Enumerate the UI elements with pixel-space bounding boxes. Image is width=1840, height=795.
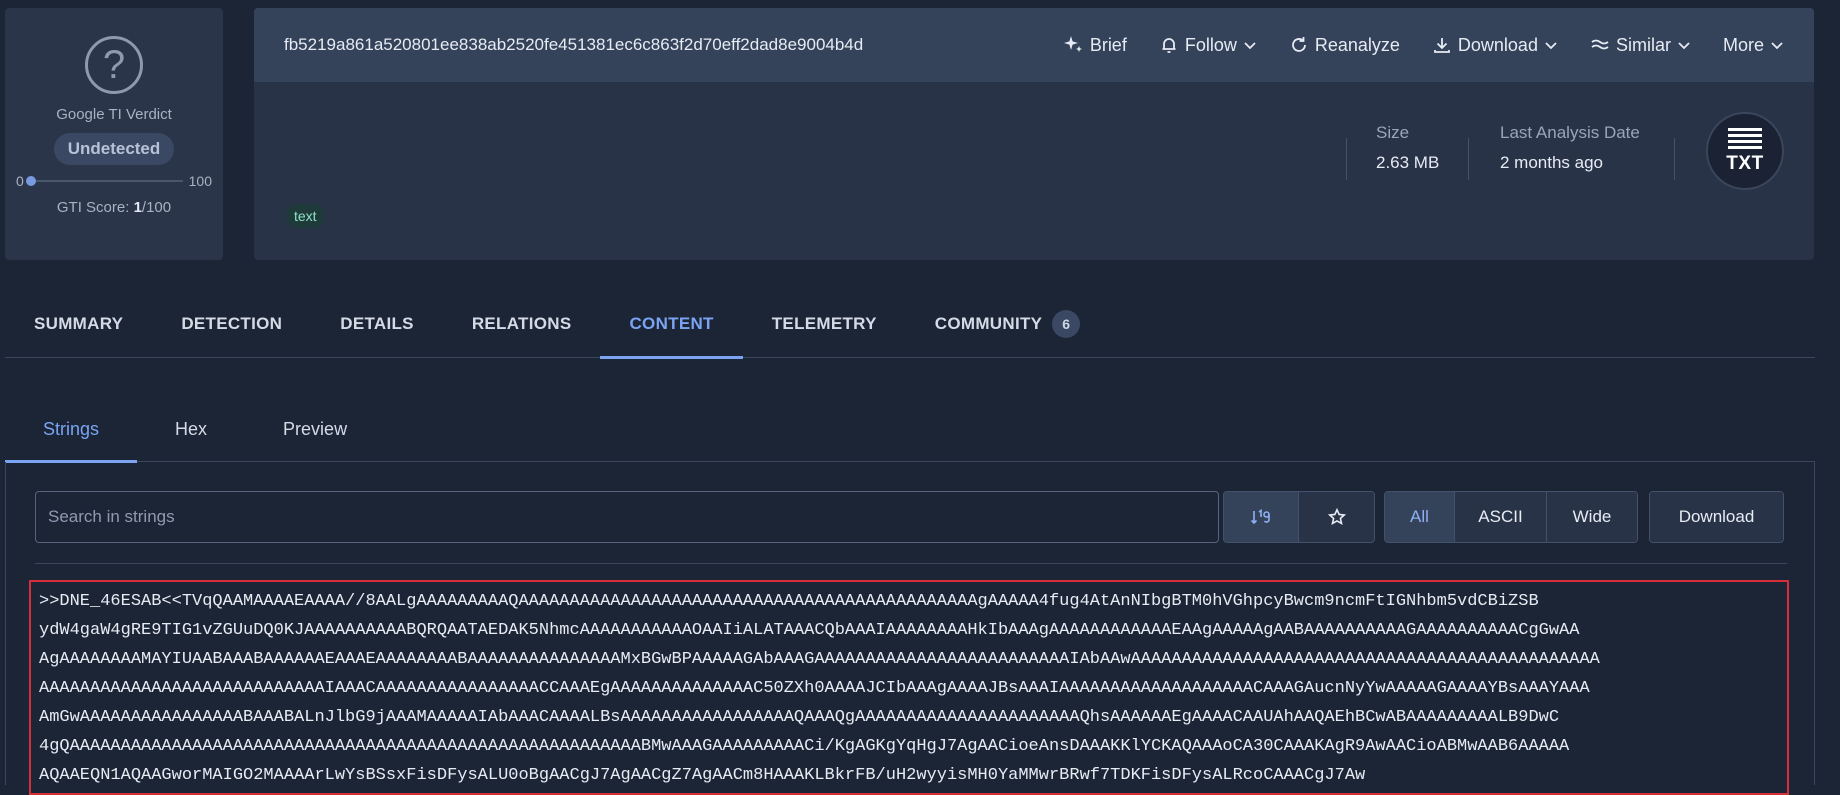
tab-telemetry[interactable]: TELEMETRY xyxy=(743,290,906,358)
more-label: More xyxy=(1722,34,1764,55)
last-analysis-label: Last Analysis Date xyxy=(1500,123,1640,142)
file-type-label: TXT xyxy=(1726,152,1764,174)
tab-strings[interactable]: Strings xyxy=(5,396,138,463)
gti-score: GTI Score: 1/100 xyxy=(57,199,171,216)
brief-label: Brief xyxy=(1089,34,1127,55)
tab-community[interactable]: COMMUNITY 6 xyxy=(906,290,1110,358)
strings-search-input[interactable] xyxy=(35,491,1219,543)
size-meta: Size 2.63 MB xyxy=(1376,123,1439,173)
tab-summary[interactable]: SUMMARY xyxy=(5,290,152,358)
sparkle-icon xyxy=(1063,36,1082,52)
gti-score-suffix: /100 xyxy=(141,199,172,216)
chevron-down-icon xyxy=(1678,42,1690,50)
sort-numeric-icon xyxy=(1250,508,1270,525)
download-menu-label: Download xyxy=(1457,34,1538,55)
string-line[interactable]: ydW4gaW4gRE9TIG1vZGUuDQ0KJAAAAAAAAAABQRQ… xyxy=(39,616,1787,645)
tab-content[interactable]: CONTENT xyxy=(600,290,744,359)
file-hash[interactable]: fb5219a861a520801ee838ab2520fe451381ec6c… xyxy=(284,35,1032,55)
verdict-status-badge: Undetected xyxy=(53,133,175,165)
file-card: fb5219a861a520801ee838ab2520fe451381ec6c… xyxy=(254,8,1814,260)
strings-download-group: Download xyxy=(1649,491,1784,543)
brief-button[interactable]: Brief xyxy=(1063,34,1127,56)
verdict-label: Google TI Verdict xyxy=(56,106,172,123)
file-tag[interactable]: text xyxy=(286,204,325,228)
sort-star-group xyxy=(1223,491,1375,543)
question-icon: ? xyxy=(85,36,143,94)
similar-button[interactable]: Similar xyxy=(1590,35,1691,56)
gti-scale: 0 100 xyxy=(16,173,212,189)
string-type-filter: All ASCII Wide xyxy=(1384,491,1638,543)
size-label: Size xyxy=(1376,123,1410,142)
verdict-card: ? Google TI Verdict Undetected 0 100 GTI… xyxy=(5,8,223,260)
meta-divider xyxy=(1674,138,1675,180)
chevron-down-icon xyxy=(1771,42,1783,50)
download-icon xyxy=(1434,38,1450,53)
meta-divider xyxy=(1468,138,1469,180)
string-line[interactable]: AAAAAAAAAAAAAAAAAAAAAAAAAAAAIAAACAAAAAAA… xyxy=(39,674,1787,703)
last-analysis-value: 2 months ago xyxy=(1500,153,1604,172)
bell-icon xyxy=(1162,38,1176,53)
gti-scale-min: 0 xyxy=(16,173,24,189)
similar-icon xyxy=(1591,39,1609,50)
strings-download-button[interactable]: Download xyxy=(1650,492,1783,542)
refresh-icon xyxy=(1291,37,1306,52)
sort-numeric-button[interactable] xyxy=(1224,492,1299,542)
file-header: fb5219a861a520801ee838ab2520fe451381ec6c… xyxy=(254,8,1814,82)
favorites-button[interactable] xyxy=(1299,492,1374,542)
tab-relations[interactable]: RELATIONS xyxy=(443,290,601,358)
toolbar-divider xyxy=(35,563,1787,564)
string-line[interactable]: >>DNE_46ESAB<<TVqQAAMAAAAEAAAA//8AALgAAA… xyxy=(39,587,1787,616)
last-analysis-meta: Last Analysis Date 2 months ago xyxy=(1500,123,1640,173)
gti-track xyxy=(26,176,183,186)
strings-panel: All ASCII Wide Download >>DNE_46ESAB<<TV… xyxy=(5,462,1815,795)
gti-scale-max: 100 xyxy=(188,173,212,189)
community-count-badge: 6 xyxy=(1052,310,1081,338)
string-line[interactable]: AQAAEQN1AQAAGworMAIGO2MAAAArLwYsBSsxFisD… xyxy=(39,761,1787,790)
file-actions: Brief Follow Reanalyze Download Similar xyxy=(1032,35,1784,56)
string-line[interactable]: AgAAAAAAAAMAYIUAABAAABAAAAAAEAAAEAAAAAAA… xyxy=(39,645,1787,674)
reanalyze-button[interactable]: Reanalyze xyxy=(1289,35,1400,56)
follow-button[interactable]: Follow xyxy=(1159,35,1257,56)
chevron-down-icon xyxy=(1545,42,1557,50)
main-tabs: SUMMARY DETECTION DETAILS RELATIONS CONT… xyxy=(5,290,1815,359)
similar-label: Similar xyxy=(1615,34,1671,55)
tab-preview[interactable]: Preview xyxy=(245,396,385,462)
file-type-badge: TXT xyxy=(1706,112,1784,190)
document-icon xyxy=(1728,127,1762,149)
filter-ascii-button[interactable]: ASCII xyxy=(1455,492,1547,542)
string-line[interactable]: AmGwAAAAAAAAAAAAAAAABAAABALnJlbG9jAAAMAA… xyxy=(39,703,1787,732)
star-icon xyxy=(1327,508,1346,526)
filter-wide-button[interactable]: Wide xyxy=(1547,492,1637,542)
download-menu-button[interactable]: Download xyxy=(1432,35,1558,56)
follow-label: Follow xyxy=(1184,34,1237,55)
tab-community-label: COMMUNITY xyxy=(934,314,1043,333)
gti-score-prefix: GTI Score: xyxy=(56,199,134,216)
reanalyze-label: Reanalyze xyxy=(1314,34,1400,55)
chevron-down-icon xyxy=(1244,42,1256,50)
filter-all-button[interactable]: All xyxy=(1385,492,1455,542)
meta-divider xyxy=(1346,138,1347,180)
strings-list: >>DNE_46ESAB<<TVqQAAMAAAAEAAAA//8AALgAAA… xyxy=(29,580,1789,795)
content-sub-tabs: Strings Hex Preview xyxy=(5,396,1815,463)
more-button[interactable]: More xyxy=(1723,35,1784,56)
gti-knob xyxy=(26,176,37,186)
size-value: 2.63 MB xyxy=(1376,153,1440,172)
tab-detection[interactable]: DETECTION xyxy=(152,290,311,358)
gti-score-value: 1 xyxy=(133,199,142,216)
string-line[interactable]: 4gQAAAAAAAAAAAAAAAAAAAAAAAAAAAAAAAAAAAAA… xyxy=(39,732,1787,761)
tab-details[interactable]: DETAILS xyxy=(311,290,443,358)
tab-hex[interactable]: Hex xyxy=(137,396,245,462)
